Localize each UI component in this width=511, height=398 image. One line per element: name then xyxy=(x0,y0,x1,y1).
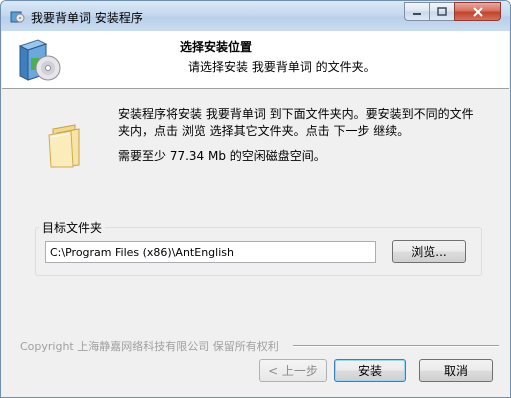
destination-path-input[interactable] xyxy=(45,241,376,263)
minimize-button[interactable] xyxy=(404,2,430,21)
software-box-cd-icon xyxy=(12,36,62,84)
instructions-line-1: 安装程序将安装 我要背单词 到下面文件夹内。要安装到不同的文件 xyxy=(118,107,474,121)
install-button[interactable]: 安装 xyxy=(334,359,406,382)
installer-app-icon xyxy=(9,8,25,24)
folder-icon xyxy=(47,123,91,169)
installer-window: 我要背单词 安装程序 选择安装位置 请选择安装 我要背单词 的文件夹。 安装程序… xyxy=(0,0,511,398)
cancel-button[interactable]: 取消 xyxy=(419,359,493,382)
close-button[interactable] xyxy=(454,2,501,21)
instructions-text: 安装程序将安装 我要背单词 到下面文件夹内。要安装到不同的文件 夹内，点击 浏览… xyxy=(118,106,488,140)
wizard-header: 选择安装位置 请选择安装 我要背单词 的文件夹。 xyxy=(2,31,509,89)
window-title: 我要背单词 安装程序 xyxy=(31,11,143,25)
minimize-icon xyxy=(413,12,421,15)
title-bar[interactable]: 我要背单词 安装程序 xyxy=(1,1,510,31)
close-icon xyxy=(472,6,483,17)
destination-folder-label: 目标文件夹 xyxy=(39,219,106,236)
page-subtitle: 请选择安装 我要背单词 的文件夹。 xyxy=(188,60,376,74)
back-button[interactable]: < 上一步 xyxy=(259,359,327,382)
maximize-icon xyxy=(437,6,447,16)
page-title: 选择安装位置 xyxy=(180,40,253,54)
instructions-line-2: 夹内，点击 浏览 选择其它文件夹。点击 下一步 继续。 xyxy=(118,124,410,138)
browse-button[interactable]: 浏览... xyxy=(392,240,466,263)
copyright-text: Copyright 上海静嘉网络科技有限公司 保留所有权利 xyxy=(20,340,279,353)
disk-space-required: 需要至少 77.34 Mb 的空闲磁盘空间。 xyxy=(118,149,326,163)
maximize-button[interactable] xyxy=(429,2,455,21)
footer-divider xyxy=(293,345,499,347)
